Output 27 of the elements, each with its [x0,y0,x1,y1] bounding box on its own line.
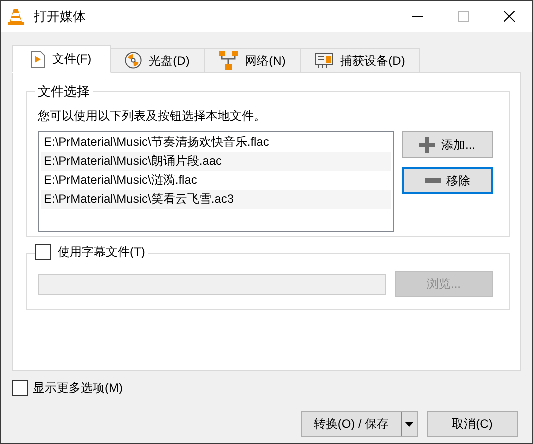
dropdown-caret-icon [405,422,414,426]
cone-icon [8,8,24,25]
play-file-icon [31,50,46,68]
tab[interactable]: 捕获设备(D) [301,48,420,73]
cancel-button[interactable]: 取消(C) [427,411,518,437]
plus-icon [419,136,436,152]
tab[interactable]: 光盘(D) [111,48,205,73]
checkbox-label[interactable]: 显示更多选项(M) [33,379,123,397]
file-row[interactable]: E:\PrMaterial\Music\朗诵片段.aac [41,152,391,171]
tab[interactable]: 文件(F) [12,45,111,73]
hint-text: 您可以使用以下列表及按钮选择本地文件。 [38,108,267,125]
tab[interactable]: 网络(N) [205,48,301,73]
convert-save-button[interactable]: 转换(O) / 保存 [301,411,418,437]
checkbox[interactable] [35,244,51,260]
checkbox-label[interactable]: 使用字幕文件(T) [51,243,148,261]
file-row[interactable]: E:\PrMaterial\Music\笑看云飞雪.ac3 [41,190,391,209]
network-icon [219,51,238,70]
add-button[interactable]: 添加... [402,131,493,158]
window-title: 打开媒体 [34,8,86,26]
file-list[interactable]: E:\PrMaterial\Music\节奏清扬欢快音乐.flac E:\PrMaterial\Music\朗诵片段.aac E:\PrMaterial\Music\涟漪.flac E:\PrMaterial\Music\笑看云飞雪.ac3 [38,131,394,232]
checkbox[interactable] [12,380,28,396]
minus-icon [424,178,440,183]
disc-icon [125,52,142,69]
remove-button[interactable]: 移除 [402,167,493,194]
subtitle-file-field[interactable] [38,274,386,295]
capture-card-icon [314,52,334,68]
close-icon[interactable] [504,11,515,22]
